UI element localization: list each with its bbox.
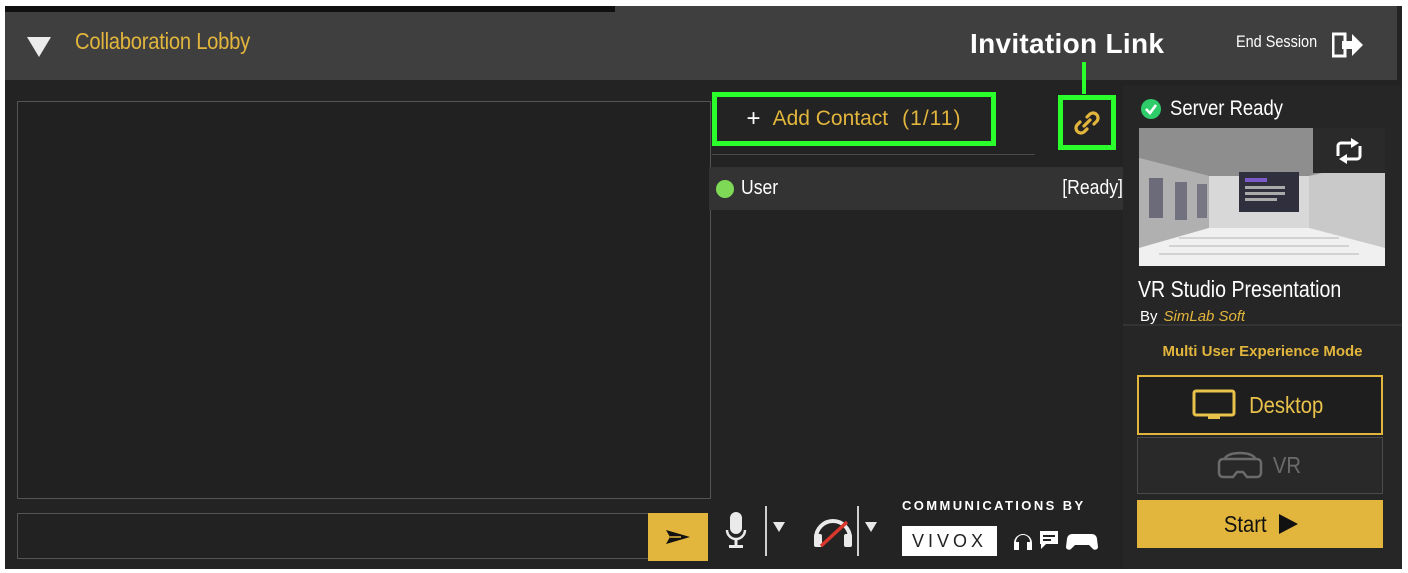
server-status: Server Ready [1140,97,1298,121]
chat-messages-area [17,101,711,499]
invitation-link-annotation: Invitation Link [970,28,1165,59]
divider [712,154,1035,155]
chat-input[interactable] [17,513,649,559]
contact-status: [Ready] [1062,177,1123,199]
start-button[interactable]: Start [1137,500,1383,548]
top-strip [5,6,615,12]
speaker-muted-icon[interactable] [811,510,855,555]
add-contact-label: Add Contact [772,107,889,130]
vivox-icons [1011,527,1099,558]
scene-title: VR Studio Presentation [1138,276,1342,302]
contact-count: (1/11) [902,107,962,130]
server-status-text: Server Ready [1170,97,1283,120]
by-label: By [1140,308,1158,324]
headset-icon [1014,534,1032,550]
desktop-label: Desktop [1248,391,1324,418]
monitor-icon [1192,389,1236,419]
play-icon [1279,514,1299,534]
vivox-logo: VIVOX [902,526,997,556]
lobby-title: Collaboration Lobby [75,28,251,54]
communications-by-label: COMMUNICATIONS BY [902,498,1086,513]
contact-name: User [741,177,779,199]
end-session-button[interactable]: End Session [1236,32,1317,52]
divider [857,506,859,556]
send-button[interactable] [648,513,708,561]
collapse-triangle-icon[interactable] [27,37,51,57]
desktop-mode-button[interactable]: Desktop [1137,375,1383,435]
collaboration-lobby-window: Collaboration Lobby End Session + Add Co… [5,6,1402,569]
plus-icon: + [746,105,761,132]
contact-row[interactable]: User [Ready] [709,167,1123,210]
mic-dropdown-icon[interactable] [773,522,785,532]
header-bar: Collaboration Lobby End Session [5,6,1397,80]
add-contact-button[interactable]: + Add Contact (1/11) [712,92,996,146]
speaker-dropdown-icon[interactable] [865,522,877,532]
vr-label: VR [1272,452,1302,478]
check-circle-icon [1141,99,1161,119]
gamepad-icon [1066,534,1098,550]
invitation-link-button[interactable] [1058,95,1116,150]
scene-author-line: By SimLab Soft [1140,308,1245,324]
divider [1123,324,1402,326]
microphone-icon[interactable] [725,510,747,555]
vr-mode-button[interactable]: VR [1137,437,1383,494]
scene-author: SimLab Soft [1163,308,1246,324]
presence-dot-icon [716,180,734,198]
mode-label: Multi User Experience Mode [1162,343,1363,360]
link-icon [1074,110,1100,135]
sync-icon [1336,137,1362,164]
annotation-connector [1082,62,1086,94]
start-label: Start [1223,510,1267,537]
send-arrow-icon [666,530,690,544]
vr-headset-icon [1217,451,1263,478]
divider [765,506,767,556]
refresh-sync-button[interactable] [1313,128,1385,173]
exit-icon[interactable] [1331,32,1364,63]
